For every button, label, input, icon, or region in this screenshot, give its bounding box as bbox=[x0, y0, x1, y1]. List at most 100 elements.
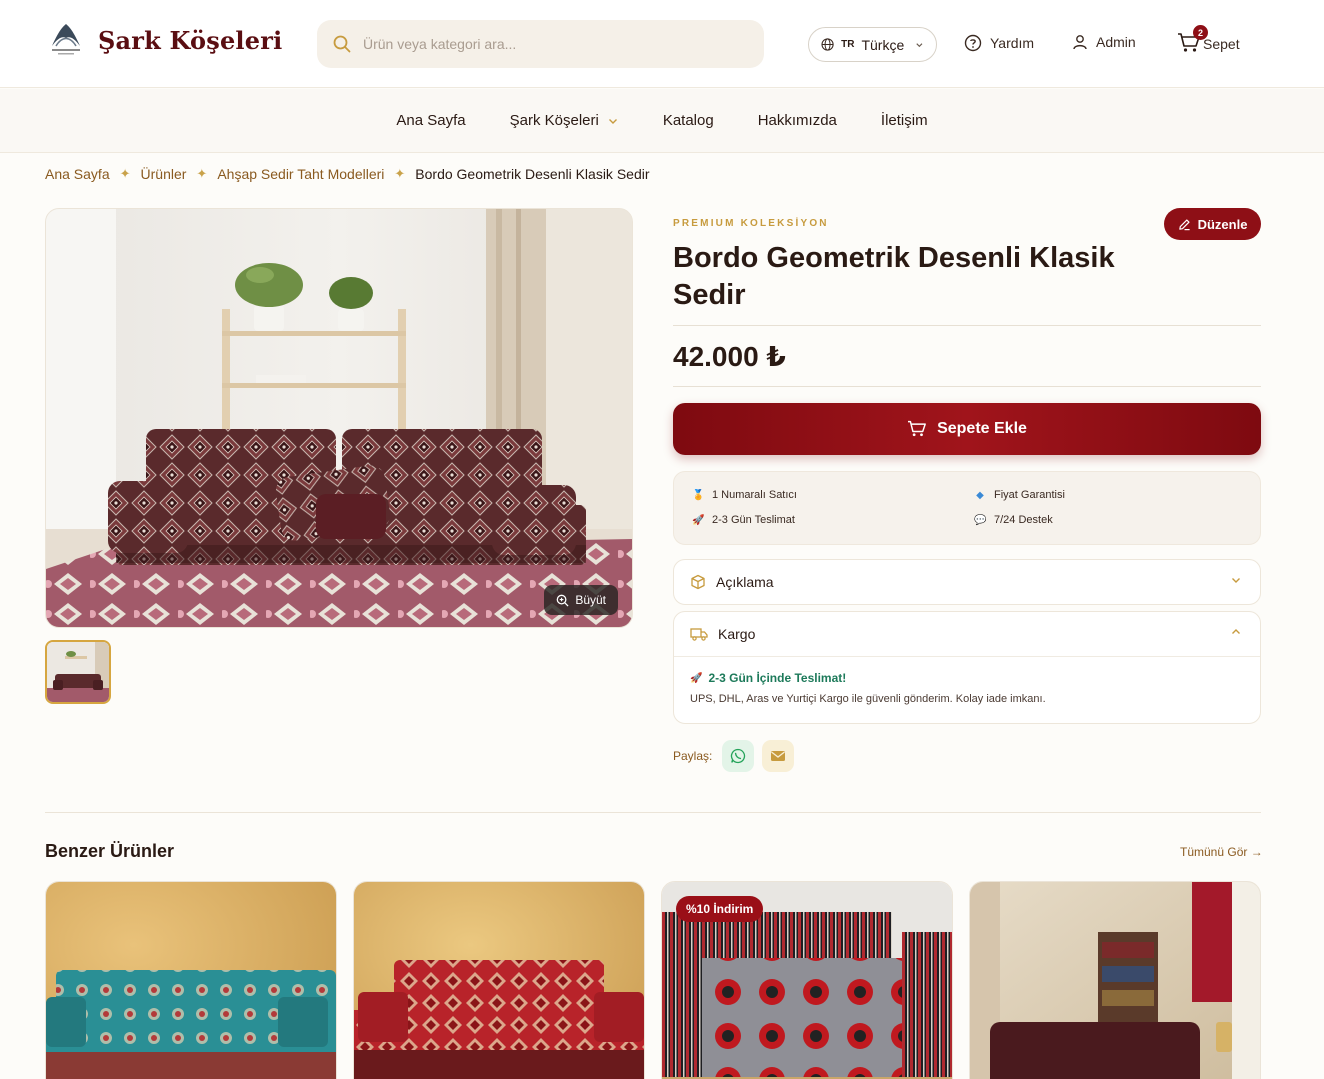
account-link[interactable]: Admin bbox=[1072, 34, 1136, 50]
nav-item-home[interactable]: Ana Sayfa bbox=[374, 112, 487, 129]
search-input[interactable] bbox=[363, 36, 723, 52]
cart-icon bbox=[908, 420, 926, 437]
chat-icon: 💬 bbox=[974, 514, 987, 526]
product-title: Bordo Geometrik Desenli Klasik Sedir bbox=[673, 242, 1115, 311]
nav-item-catalog[interactable]: Katalog bbox=[641, 112, 736, 129]
chevron-down-icon bbox=[608, 118, 617, 124]
nav-item-label: Şark Köşeleri bbox=[509, 112, 599, 129]
nav-item-label: Hakkımızda bbox=[757, 112, 837, 129]
product-card[interactable] bbox=[353, 881, 645, 1079]
product-main-image[interactable]: Büyüt bbox=[45, 208, 633, 628]
accordion-header[interactable]: Kargo bbox=[674, 612, 1260, 656]
email-share-button[interactable] bbox=[762, 740, 795, 772]
share-bar: Paylaş: bbox=[673, 740, 795, 772]
help-label: Yardım bbox=[990, 35, 1035, 51]
user-icon bbox=[1073, 35, 1087, 50]
zoom-in-icon bbox=[556, 594, 569, 607]
divider bbox=[673, 325, 1261, 326]
edit-button[interactable]: Düzenle bbox=[1164, 208, 1261, 240]
feature-label: 2-3 Gün Teslimat bbox=[712, 514, 795, 526]
section-divider bbox=[45, 812, 1261, 813]
product-card[interactable] bbox=[969, 881, 1261, 1079]
accordion-content: 🚀 2-3 Gün İçinde Teslimat! UPS, DHL, Ara… bbox=[674, 656, 1260, 719]
cart-count-badge: 2 bbox=[1193, 25, 1208, 40]
language-label: Türkçe bbox=[861, 36, 905, 53]
feature-item: ◆ Fiyat Garantisi bbox=[974, 489, 1065, 501]
pencil-icon bbox=[1178, 218, 1190, 230]
whatsapp-icon bbox=[731, 748, 746, 764]
cart-label: Sepet bbox=[1203, 36, 1240, 52]
accordion-header[interactable]: Açıklama bbox=[674, 560, 1260, 604]
chevron-down-icon bbox=[916, 42, 923, 47]
main-navigation: Ana Sayfa Şark Köşeleri Katalog Hakkımız… bbox=[0, 89, 1324, 153]
account-label: Admin bbox=[1096, 34, 1136, 50]
product-card[interactable] bbox=[45, 881, 337, 1079]
shipping-highlight: 🚀 2-3 Gün İçinde Teslimat! bbox=[690, 671, 1244, 685]
breadcrumb-link-home[interactable]: Ana Sayfa bbox=[45, 166, 110, 182]
brand-name: Şark Köşeleri bbox=[98, 25, 283, 55]
language-selector[interactable]: TR Türkçe bbox=[808, 27, 937, 62]
feature-label: 7/24 Destek bbox=[994, 514, 1053, 526]
divider bbox=[673, 386, 1261, 387]
breadcrumb: Ana Sayfa ✦ Ürünler ✦ Ahşap Sedir Taht M… bbox=[45, 166, 650, 182]
feature-panel: 🏅 1 Numaralı Satıcı ◆ Fiyat Garantisi 🚀 … bbox=[673, 471, 1261, 545]
similar-products-title: Benzer Ürünler bbox=[45, 841, 175, 861]
add-to-cart-button[interactable]: Sepete Ekle bbox=[673, 403, 1261, 455]
accordion-title: Kargo bbox=[718, 626, 756, 642]
chevron-up-icon bbox=[1232, 629, 1240, 634]
see-all-link[interactable]: Tümünü Gör → bbox=[1180, 845, 1263, 859]
chevron-down-icon bbox=[1232, 578, 1240, 583]
breadcrumb-separator-icon: ✦ bbox=[394, 166, 406, 181]
product-photo bbox=[46, 209, 632, 627]
edit-label: Düzenle bbox=[1197, 216, 1248, 232]
shipping-highlight-text: 2-3 Gün İçinde Teslimat! bbox=[708, 671, 847, 685]
nav-item-label: Katalog bbox=[662, 112, 714, 129]
rocket-icon: 🚀 bbox=[692, 514, 705, 526]
product-card-image bbox=[970, 882, 1260, 1079]
zoom-label: Büyüt bbox=[575, 593, 606, 607]
search-icon bbox=[333, 35, 351, 53]
nav-item-about[interactable]: Hakkımızda bbox=[736, 112, 859, 129]
help-icon bbox=[964, 34, 982, 52]
truck-icon bbox=[690, 628, 708, 641]
nav-item-label: İletişim bbox=[880, 112, 928, 129]
product-card[interactable]: %10 İndirim bbox=[661, 881, 953, 1079]
nav-item-contact[interactable]: İletişim bbox=[859, 112, 950, 129]
envelope-icon bbox=[771, 751, 786, 761]
breadcrumb-link-products[interactable]: Ürünler bbox=[141, 166, 187, 182]
nav-item-sark-koseleri[interactable]: Şark Köşeleri bbox=[488, 112, 641, 129]
product-card-image bbox=[46, 882, 336, 1079]
breadcrumb-link-category[interactable]: Ahşap Sedir Taht Modelleri bbox=[217, 166, 384, 182]
cart-link[interactable]: 2 Sepet bbox=[1177, 25, 1240, 54]
accordion-description[interactable]: Açıklama bbox=[673, 559, 1261, 605]
thumbnail-photo bbox=[47, 642, 109, 702]
feature-label: 1 Numaralı Satıcı bbox=[712, 489, 797, 501]
feature-label: Fiyat Garantisi bbox=[994, 489, 1065, 501]
search-bar[interactable] bbox=[317, 20, 764, 68]
collection-label: PREMIUM KOLEKSİYON bbox=[673, 218, 829, 229]
diamond-icon: ◆ bbox=[976, 489, 984, 501]
brand-mark-icon bbox=[52, 24, 80, 55]
top-header: Şark Köşeleri TR Türkçe Yardım bbox=[0, 0, 1324, 88]
share-label: Paylaş: bbox=[673, 749, 713, 763]
nav-item-label: Ana Sayfa bbox=[396, 112, 466, 129]
product-price: 42.000 ₺ bbox=[673, 341, 786, 372]
accordion-shipping[interactable]: Kargo 🚀 2-3 Gün İçinde Teslimat! UPS, DH… bbox=[673, 611, 1261, 724]
rocket-icon: 🚀 bbox=[690, 672, 703, 684]
product-card-image bbox=[354, 882, 644, 1079]
brand-logo[interactable]: Şark Köşeleri bbox=[46, 20, 282, 60]
product-thumbnail[interactable] bbox=[45, 640, 111, 704]
shipping-text: UPS, DHL, Aras ve Yurtiçi Kargo ile güve… bbox=[690, 693, 1046, 705]
feature-item: 💬 7/24 Destek bbox=[974, 514, 1053, 526]
trophy-icon: 🏅 bbox=[692, 489, 705, 501]
help-link[interactable]: Yardım bbox=[964, 34, 1034, 52]
language-code: TR bbox=[841, 39, 855, 50]
add-to-cart-label: Sepete Ekle bbox=[937, 420, 1027, 437]
zoom-button[interactable]: Büyüt bbox=[544, 585, 618, 615]
feature-item: 🏅 1 Numaralı Satıcı bbox=[692, 489, 797, 501]
whatsapp-share-button[interactable] bbox=[722, 740, 755, 772]
breadcrumb-separator-icon: ✦ bbox=[196, 166, 208, 181]
discount-badge: %10 İndirim bbox=[676, 896, 764, 922]
breadcrumb-separator-icon: ✦ bbox=[119, 166, 131, 181]
feature-item: 🚀 2-3 Gün Teslimat bbox=[692, 514, 795, 526]
